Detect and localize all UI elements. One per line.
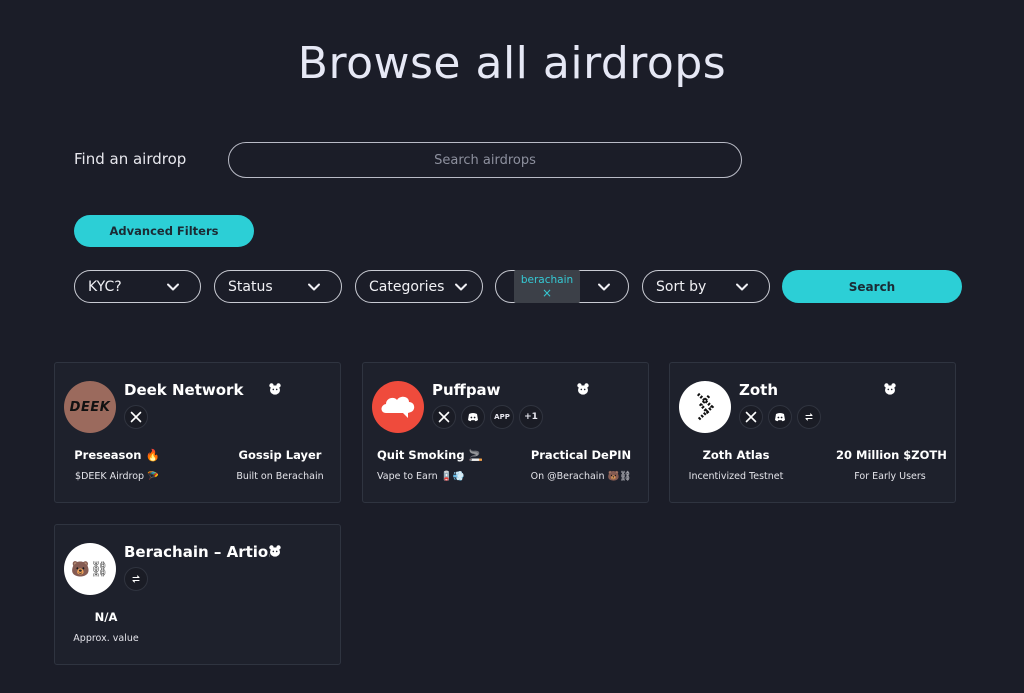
- chevron-down-icon: [455, 283, 467, 291]
- card-title[interactable]: Puffpaw: [432, 381, 501, 399]
- right-subtitle: Built on Berachain: [236, 471, 324, 482]
- left-title: N/A: [94, 610, 118, 624]
- right-title: Practical DePIN: [530, 448, 632, 462]
- chain-tag[interactable]: berachain ×: [514, 270, 580, 303]
- right-title: Gossip Layer: [238, 448, 322, 462]
- puffpaw-logo: [372, 381, 424, 433]
- link-icon[interactable]: [797, 405, 821, 429]
- chevron-down-icon: [736, 283, 748, 291]
- berachain-logo-glyphs: 🐻⛓: [71, 560, 109, 578]
- zoth-mark-icon: [696, 392, 715, 422]
- chain-tag-label: berachain: [520, 273, 574, 286]
- search-box[interactable]: [228, 142, 742, 178]
- x-icon[interactable]: [124, 405, 148, 429]
- card-title[interactable]: Berachain – Artio...: [124, 543, 270, 561]
- app-icon[interactable]: APP: [490, 405, 514, 429]
- page-title: Browse all airdrops: [297, 38, 727, 89]
- bear-icon: [577, 383, 589, 395]
- kyc-filter-label: KYC?: [88, 278, 122, 295]
- more-links-count[interactable]: +1: [519, 405, 543, 429]
- deek-logo-text: DEEK: [69, 399, 111, 415]
- chain-filter-dropdown[interactable]: berachain ×: [495, 270, 629, 303]
- berachain-logo: 🐻⛓: [64, 543, 116, 595]
- social-links: [124, 567, 148, 591]
- social-links: [739, 405, 821, 429]
- discord-icon[interactable]: [461, 405, 485, 429]
- card-title[interactable]: Deek Network: [124, 381, 243, 399]
- right-subtitle: For Early Users: [854, 471, 926, 482]
- card-left-info: Zoth Atlas Incentivized Testnet: [684, 448, 788, 482]
- deek-logo: DEEK: [64, 381, 116, 433]
- kyc-filter-dropdown[interactable]: KYC?: [74, 270, 201, 303]
- card-right-info: Practical DePIN On @Berachain 🐻⛓: [527, 448, 635, 482]
- advanced-filters-button[interactable]: Advanced Filters: [74, 215, 254, 247]
- right-subtitle: On @Berachain 🐻⛓: [530, 471, 632, 482]
- bear-icon: [884, 383, 896, 395]
- remove-tag-icon[interactable]: ×: [542, 286, 552, 300]
- zoth-logo: [679, 381, 731, 433]
- card-title[interactable]: Zoth: [739, 381, 778, 399]
- chevron-down-icon: [598, 283, 610, 291]
- left-subtitle: Approx. value: [73, 633, 139, 644]
- left-title: Preseason 🔥: [74, 448, 160, 462]
- search-input[interactable]: [229, 143, 741, 177]
- bear-icon: [269, 545, 281, 557]
- discord-icon[interactable]: [768, 405, 792, 429]
- categories-filter-dropdown[interactable]: Categories: [355, 270, 483, 303]
- left-subtitle: $DEEK Airdrop 🪂: [75, 471, 159, 482]
- x-icon[interactable]: [432, 405, 456, 429]
- left-subtitle: Incentivized Testnet: [688, 471, 784, 482]
- chevron-down-icon: [308, 283, 320, 291]
- airdrop-card-puffpaw[interactable]: Puffpaw APP +1 Quit Smoking 🚬 Vape to Ea…: [362, 362, 649, 503]
- left-title: Zoth Atlas: [702, 448, 770, 462]
- sort-by-label: Sort by: [656, 278, 707, 295]
- card-right-info: 20 Million $ZOTH For Early Users: [836, 448, 947, 482]
- left-subtitle: Vape to Earn 🪫💨: [377, 471, 465, 482]
- bear-icon: [269, 383, 281, 395]
- airdrop-card-zoth[interactable]: Zoth Zoth Atlas Incentivized Testnet 20 …: [669, 362, 956, 503]
- chevron-down-icon: [167, 283, 179, 291]
- card-left-info: N/A Approx. value: [69, 610, 143, 644]
- airdrop-card-deek-network[interactable]: DEEK Deek Network Preseason 🔥 $DEEK Aird…: [54, 362, 341, 503]
- status-filter-dropdown[interactable]: Status: [214, 270, 342, 303]
- left-title: Quit Smoking 🚬: [377, 448, 483, 462]
- airdrop-card-berachain-artio[interactable]: 🐻⛓ Berachain – Artio... N/A Approx. valu…: [54, 524, 341, 665]
- social-links: APP +1: [432, 405, 543, 429]
- cloud-icon: [381, 396, 415, 418]
- sort-by-dropdown[interactable]: Sort by: [642, 270, 770, 303]
- right-title: 20 Million $ZOTH: [836, 448, 947, 462]
- status-filter-label: Status: [228, 278, 273, 295]
- social-links: [124, 405, 148, 429]
- find-airdrop-label: Find an airdrop: [74, 150, 187, 168]
- card-left-info: Quit Smoking 🚬 Vape to Earn 🪫💨: [377, 448, 483, 482]
- card-left-info: Preseason 🔥 $DEEK Airdrop 🪂: [73, 448, 161, 482]
- card-right-info: Gossip Layer Built on Berachain: [230, 448, 330, 482]
- categories-filter-label: Categories: [369, 278, 445, 295]
- link-icon[interactable]: [124, 567, 148, 591]
- search-button[interactable]: Search: [782, 270, 962, 303]
- x-icon[interactable]: [739, 405, 763, 429]
